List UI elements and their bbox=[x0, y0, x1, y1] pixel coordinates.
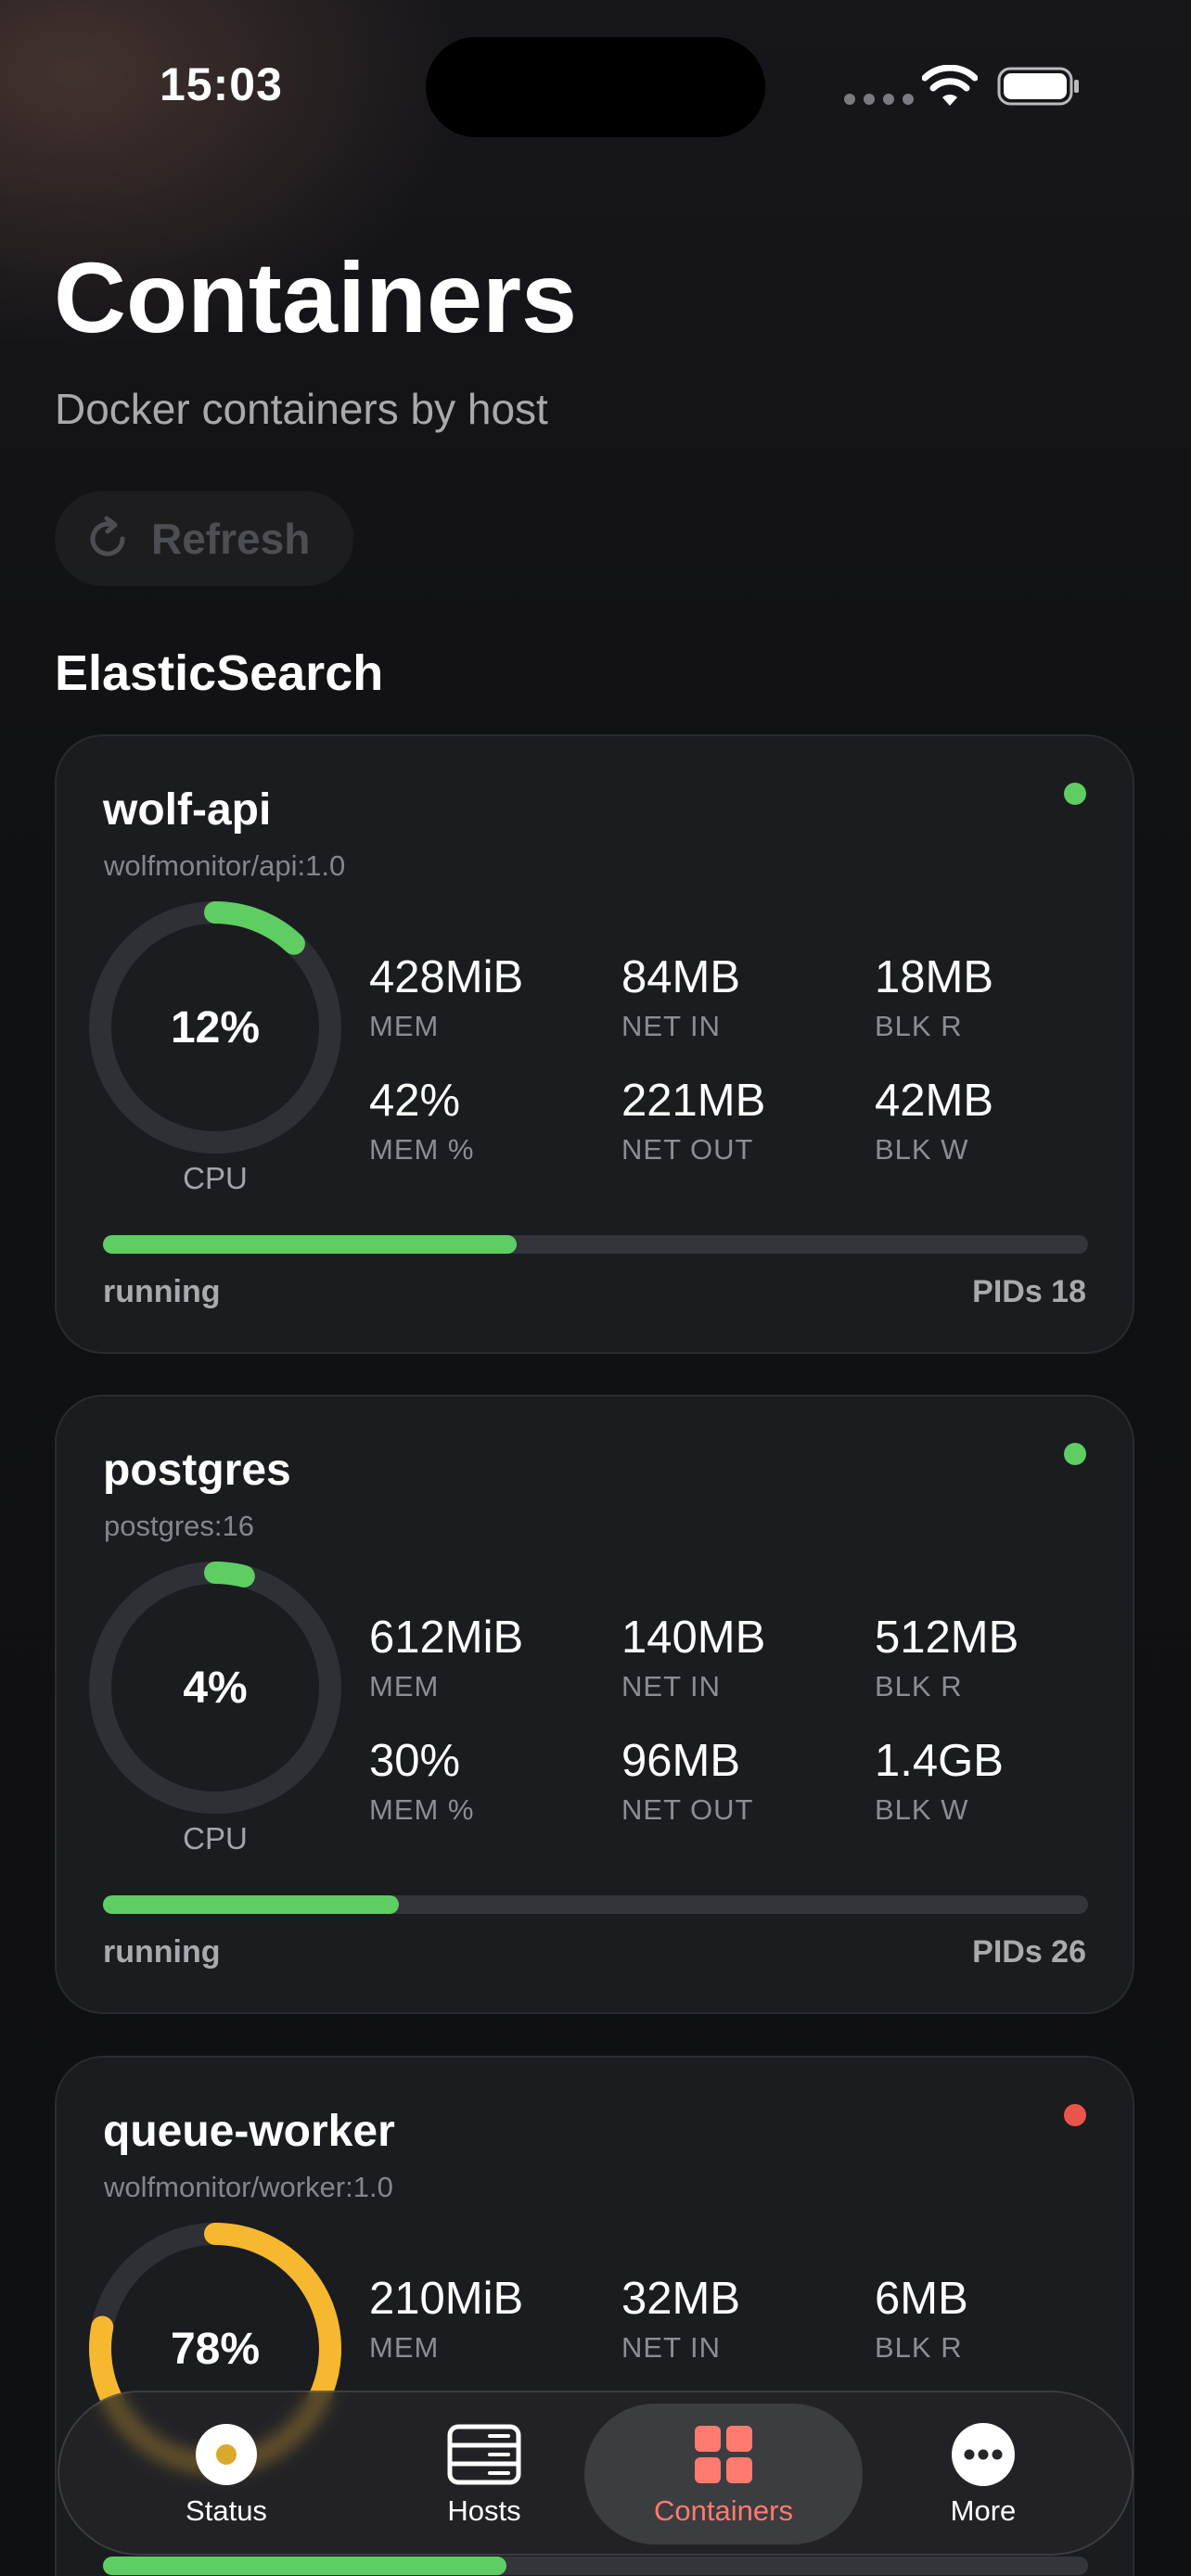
metric-label: MEM bbox=[369, 1670, 440, 1702]
cpu-percent: 4% bbox=[183, 1663, 248, 1713]
page-subtitle: Docker containers by host bbox=[55, 385, 548, 433]
metric-blk-w: 1.4GB BLK W bbox=[875, 1736, 1004, 1826]
metric-mem: 428MiB MEM bbox=[369, 952, 524, 1042]
container-name: wolf-api bbox=[103, 785, 272, 835]
metric-label: BLK W bbox=[875, 1793, 969, 1826]
refresh-icon bbox=[90, 516, 125, 556]
memory-usage-bar bbox=[103, 1895, 1088, 1914]
metric-blk-r: 512MB BLK R bbox=[875, 1613, 1019, 1702]
grid-squares-icon bbox=[695, 2426, 752, 2483]
cpu-percent: 12% bbox=[170, 1002, 261, 1052]
metric-value: 84MB bbox=[621, 952, 741, 1002]
metric-blk-r: 6MB BLK R bbox=[875, 2274, 968, 2364]
metric-label: NET IN bbox=[621, 2331, 722, 2364]
metric-mem-percent: 30% MEM % bbox=[369, 1736, 475, 1826]
metric-label: MEM % bbox=[369, 1793, 475, 1826]
server-rack-icon bbox=[447, 2424, 521, 2485]
metric-value: 6MB bbox=[875, 2274, 968, 2324]
metric-blk-r: 18MB BLK R bbox=[875, 952, 994, 1042]
metric-label: BLK R bbox=[875, 1670, 963, 1702]
tab-hosts[interactable]: Hosts bbox=[345, 2404, 623, 2544]
dynamic-island bbox=[426, 37, 765, 137]
refresh-button[interactable]: Refresh bbox=[55, 491, 353, 586]
cpu-label: CPU bbox=[183, 1161, 248, 1195]
status-indicator bbox=[1064, 783, 1086, 805]
tab-more[interactable]: More bbox=[844, 2404, 1122, 2544]
refresh-label: Refresh bbox=[151, 515, 311, 563]
status-indicator bbox=[1064, 1443, 1086, 1465]
memory-usage-bar bbox=[103, 2557, 1088, 2575]
status-indicator bbox=[1064, 2104, 1086, 2126]
metric-label: NET IN bbox=[621, 1010, 722, 1042]
metric-label: NET OUT bbox=[621, 1793, 754, 1826]
container-state: running bbox=[103, 1274, 221, 1309]
tab-bar: Status Hosts Containers More bbox=[58, 2391, 1133, 2556]
memory-usage-fill bbox=[103, 1235, 518, 1254]
metric-net-out: 221MB NET OUT bbox=[621, 1076, 766, 1166]
metric-label: MEM bbox=[369, 1010, 440, 1042]
container-pids: PIDs 26 bbox=[972, 1934, 1086, 1970]
metric-blk-w: 42MB BLK W bbox=[875, 1076, 994, 1166]
metric-value: 32MB bbox=[621, 2274, 741, 2324]
metric-value: 18MB bbox=[875, 952, 994, 1002]
metric-label: BLK R bbox=[875, 1010, 963, 1042]
metric-mem-percent: 42% MEM % bbox=[369, 1076, 475, 1166]
container-card-wolf-api[interactable]: wolf-api wolfmonitor/api:1.0 12% CPU 428… bbox=[55, 734, 1134, 1354]
memory-usage-bar bbox=[103, 1235, 1088, 1254]
metric-net-in: 84MB NET IN bbox=[621, 952, 741, 1042]
container-pids: PIDs 18 bbox=[972, 1274, 1086, 1309]
metric-label: MEM bbox=[369, 2331, 440, 2364]
memory-usage-fill bbox=[103, 1895, 399, 1914]
metric-net-in: 32MB NET IN bbox=[621, 2274, 741, 2364]
battery-icon bbox=[997, 67, 1079, 106]
memory-usage-fill bbox=[103, 2557, 507, 2575]
cellular-dots-icon bbox=[844, 94, 914, 105]
tab-label: More bbox=[950, 2494, 1017, 2527]
metric-label: BLK R bbox=[875, 2331, 963, 2364]
container-name: postgres bbox=[103, 1446, 291, 1495]
metric-value: 140MB bbox=[621, 1613, 766, 1663]
metric-value: 221MB bbox=[621, 1076, 766, 1126]
status-time: 15:03 bbox=[160, 58, 283, 110]
container-image: wolfmonitor/worker:1.0 bbox=[104, 2171, 393, 2203]
status-ring-icon bbox=[196, 2424, 257, 2485]
metric-label: MEM % bbox=[369, 1133, 475, 1166]
container-name: queue-worker bbox=[103, 2107, 395, 2156]
tab-containers[interactable]: Containers bbox=[584, 2404, 863, 2544]
metric-label: NET IN bbox=[621, 1670, 722, 1702]
status-bar: 15:03 bbox=[0, 0, 1191, 167]
tab-label: Status bbox=[186, 2494, 267, 2527]
metric-net-out: 96MB NET OUT bbox=[621, 1736, 754, 1826]
metric-mem: 210MiB MEM bbox=[369, 2274, 524, 2364]
metric-label: NET OUT bbox=[621, 1133, 754, 1166]
tab-status[interactable]: Status bbox=[87, 2404, 365, 2544]
container-state: running bbox=[103, 1934, 221, 1970]
cpu-label: CPU bbox=[183, 1821, 248, 1855]
metric-value: 428MiB bbox=[369, 952, 524, 1002]
page-title: Containers bbox=[54, 241, 578, 353]
tab-label: Containers bbox=[654, 2494, 793, 2527]
container-card-postgres[interactable]: postgres postgres:16 4% CPU 612MiB MEM 1… bbox=[55, 1395, 1134, 2014]
container-image: wolfmonitor/api:1.0 bbox=[104, 849, 346, 882]
more-dots-icon bbox=[952, 2423, 1015, 2486]
metric-value: 1.4GB bbox=[875, 1736, 1004, 1786]
wifi-icon bbox=[922, 65, 978, 106]
metric-value: 612MiB bbox=[369, 1613, 524, 1663]
metric-value: 512MB bbox=[875, 1613, 1019, 1663]
metric-value: 30% bbox=[369, 1736, 461, 1786]
metric-value: 96MB bbox=[621, 1736, 741, 1786]
metric-value: 210MiB bbox=[369, 2274, 524, 2324]
metric-net-in: 140MB NET IN bbox=[621, 1613, 766, 1702]
metric-value: 42% bbox=[369, 1076, 461, 1126]
section-title-host: ElasticSearch bbox=[55, 645, 384, 701]
metric-value: 42MB bbox=[875, 1076, 994, 1126]
tab-label: Hosts bbox=[447, 2494, 521, 2527]
metric-mem: 612MiB MEM bbox=[369, 1613, 524, 1702]
metric-label: BLK W bbox=[875, 1133, 969, 1166]
container-image: postgres:16 bbox=[104, 1510, 254, 1542]
